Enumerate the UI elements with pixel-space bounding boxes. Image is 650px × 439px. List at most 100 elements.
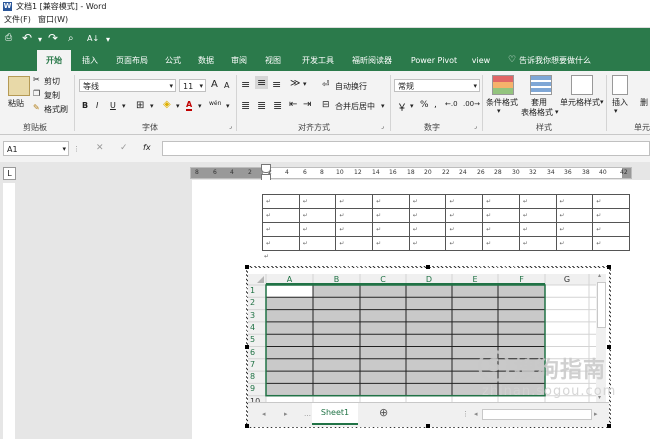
align-right-icon[interactable]: ≣: [273, 99, 282, 112]
tab-insert[interactable]: 插入: [77, 50, 103, 71]
tab-data[interactable]: 数据: [193, 50, 219, 71]
chevron-down-icon[interactable]: ▾: [198, 102, 202, 110]
currency-icon[interactable]: ￥: [397, 99, 407, 114]
wrap-text-button[interactable]: 自动换行: [335, 81, 367, 92]
more-sheets-icon[interactable]: …: [304, 410, 311, 418]
chevron-down-icon[interactable]: ▾: [303, 80, 307, 88]
conditional-format-icon[interactable]: [492, 75, 514, 95]
first-line-indent-marker[interactable]: [261, 164, 271, 173]
format-painter-button[interactable]: 格式刷: [44, 104, 68, 115]
resize-handle[interactable]: [607, 424, 611, 428]
tab-power-pivot[interactable]: Power Pivot: [406, 50, 462, 71]
table-cell[interactable]: ↵: [298, 236, 337, 251]
shrink-font-icon[interactable]: A: [224, 81, 229, 90]
add-sheet-icon[interactable]: ⊕: [379, 406, 388, 419]
table-cell[interactable]: ↵: [518, 194, 557, 209]
conditional-format-button[interactable]: 条件格式: [486, 97, 518, 108]
table-cell[interactable]: ↵: [408, 208, 447, 223]
table-cell[interactable]: ↵: [482, 208, 520, 223]
merge-center-icon[interactable]: ⊟: [322, 100, 330, 110]
chevron-down-icon[interactable]: ▾: [600, 98, 604, 106]
increase-indent-icon[interactable]: ⇥: [303, 99, 311, 110]
table-cell[interactable]: ↵: [335, 222, 374, 237]
number-dialog-launcher-icon[interactable]: ⌟: [474, 123, 477, 130]
table-cell[interactable]: ↵: [335, 236, 374, 251]
table-cell[interactable]: ↵: [408, 222, 447, 237]
paste-button[interactable]: 粘贴: [8, 98, 24, 109]
resize-handle[interactable]: [245, 345, 249, 349]
copy-icon[interactable]: ❐: [33, 89, 40, 98]
tab-developer[interactable]: 开发工具: [297, 50, 339, 71]
undo-dropdown-icon[interactable]: ▾: [38, 35, 42, 44]
align-top-icon[interactable]: ≡: [241, 78, 250, 91]
format-painter-icon[interactable]: ✎: [33, 103, 40, 112]
chevron-down-icon[interactable]: ▾: [381, 102, 385, 110]
menu-window[interactable]: 窗口(W): [38, 13, 68, 27]
percent-button[interactable]: %: [420, 100, 429, 110]
formula-input[interactable]: [162, 141, 650, 156]
cell-styles-button[interactable]: 单元格样式: [560, 97, 600, 108]
print-preview-icon[interactable]: ⌕: [68, 33, 74, 44]
column-header[interactable]: B: [313, 274, 360, 285]
table-cell[interactable]: ↵: [445, 208, 484, 223]
row-header[interactable]: 6: [250, 347, 264, 359]
resize-handle[interactable]: [245, 265, 249, 269]
alignment-dialog-launcher-icon[interactable]: ⌟: [381, 123, 384, 130]
underline-button[interactable]: U: [110, 101, 116, 110]
chevron-down-icon[interactable]: ▾: [150, 102, 154, 110]
customize-qat-icon[interactable]: ▾: [106, 35, 110, 44]
decrease-decimal-icon[interactable]: .00→: [463, 100, 480, 108]
redo-icon[interactable]: ↷: [48, 31, 58, 45]
wrap-text-icon[interactable]: ⏎: [322, 80, 330, 90]
insert-function-icon[interactable]: fx: [143, 143, 151, 152]
table-cell[interactable]: ↵: [482, 222, 520, 237]
table-cell[interactable]: ↵: [555, 236, 594, 251]
row-header[interactable]: 7: [250, 359, 264, 371]
fill-color-icon[interactable]: ◈: [163, 99, 171, 110]
table-cell[interactable]: ↵: [482, 194, 520, 209]
column-header[interactable]: F: [498, 274, 545, 285]
chevron-down-icon[interactable]: ▾: [122, 102, 126, 110]
save-icon[interactable]: ⎙: [5, 33, 12, 43]
word-table[interactable]: ↵ ↵ ↵ ↵ ↵ ↵ ↵ ↵ ↵ ↵ ↵ ↵ ↵ ↵ ↵ ↵ ↵ ↵ ↵ ↵ ↵ ↵ ↵ ↵ ↵ ↵ ↵ ↵ ↵ ↵ ↵ ↵ ↵ ↵ ↵ ↵ ↵ ↵ ↵ ↵: [262, 194, 630, 251]
table-cell[interactable]: ↵: [518, 222, 557, 237]
tab-page-layout[interactable]: 页面布局: [111, 50, 153, 71]
resize-handle[interactable]: [245, 424, 249, 428]
table-cell[interactable]: ↵: [298, 194, 337, 209]
grow-font-icon[interactable]: A: [211, 79, 218, 90]
column-header[interactable]: D: [406, 274, 452, 285]
insert-cells-icon[interactable]: [612, 75, 628, 95]
tab-formulas[interactable]: 公式: [160, 50, 186, 71]
column-header[interactable]: A: [266, 274, 313, 285]
table-cell[interactable]: ↵: [445, 194, 484, 209]
table-cell[interactable]: ↵: [335, 208, 374, 223]
align-bottom-icon[interactable]: ≡: [272, 78, 281, 91]
table-cell[interactable]: ↵: [518, 208, 557, 223]
menu-file[interactable]: 文件(F): [4, 13, 31, 27]
tab-stop-selector[interactable]: L: [3, 167, 16, 180]
table-cell[interactable]: ↵: [445, 236, 484, 251]
table-cell[interactable]: ↵: [372, 236, 410, 251]
table-cell[interactable]: ↵: [372, 208, 410, 223]
chevron-down-icon[interactable]: ▾: [226, 102, 230, 110]
table-cell[interactable]: ↵: [592, 222, 630, 237]
table-cell[interactable]: ↵: [262, 194, 300, 209]
table-cell[interactable]: ↵: [592, 208, 630, 223]
row-header[interactable]: 3: [250, 310, 264, 322]
format-as-table-icon[interactable]: [530, 75, 552, 95]
table-cell[interactable]: ↵: [335, 194, 374, 209]
table-cell[interactable]: ↵: [555, 208, 594, 223]
row-header[interactable]: 5: [250, 334, 264, 346]
scroll-left-icon[interactable]: ◂: [262, 410, 266, 418]
horizontal-scrollbar[interactable]: [482, 409, 592, 420]
cell-styles-icon[interactable]: [571, 75, 593, 95]
chevron-down-icon[interactable]: ▾: [555, 108, 559, 116]
delete-cells-button[interactable]: 删: [640, 97, 648, 108]
font-size-combo[interactable]: 11 ▾: [179, 79, 206, 92]
undo-icon[interactable]: ↶: [22, 31, 32, 45]
row-header[interactable]: 2: [250, 297, 264, 309]
align-middle-icon[interactable]: ≡: [255, 76, 269, 89]
table-cell[interactable]: ↵: [482, 236, 520, 251]
paste-icon[interactable]: [8, 76, 30, 96]
align-left-icon[interactable]: ≣: [241, 99, 250, 112]
